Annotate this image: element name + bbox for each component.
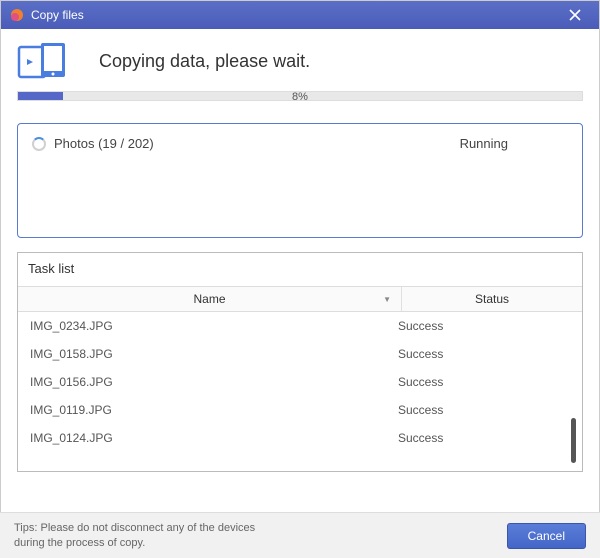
row-name: IMG_0156.JPG — [26, 375, 394, 389]
task-list-title: Task list — [18, 253, 582, 286]
column-status-label: Status — [475, 292, 509, 306]
row-status: Success — [394, 375, 574, 389]
header-row: Copying data, please wait. — [17, 41, 583, 81]
footer-bar: Tips: Please do not disconnect any of th… — [0, 512, 600, 558]
row-name: IMG_0119.JPG — [26, 403, 394, 417]
row-name: IMG_0124.JPG — [26, 431, 394, 445]
app-icon — [9, 7, 25, 23]
spinner-icon — [32, 137, 46, 151]
row-status: Success — [394, 347, 574, 361]
scrollbar-thumb[interactable] — [571, 418, 576, 463]
close-button[interactable] — [559, 1, 591, 29]
column-header-name[interactable]: Name ▼ — [18, 287, 402, 311]
current-task-box: Photos (19 / 202) Running — [17, 123, 583, 238]
table-row: IMG_0156.JPG Success — [18, 368, 582, 396]
table-row: IMG_0158.JPG Success — [18, 340, 582, 368]
current-task-state: Running — [460, 136, 508, 151]
column-header-status[interactable]: Status — [402, 287, 582, 311]
row-status: Success — [394, 319, 574, 333]
content-area: Copying data, please wait. 8% Photos (19… — [1, 29, 599, 472]
titlebar[interactable]: Copy files — [1, 1, 599, 29]
table-row: IMG_0124.JPG Success — [18, 424, 582, 452]
tips-text: Tips: Please do not disconnect any of th… — [14, 521, 507, 551]
window-title: Copy files — [31, 8, 559, 22]
row-status: Success — [394, 403, 574, 417]
cancel-button[interactable]: Cancel — [507, 523, 586, 549]
tips-line1: Tips: Please do not disconnect any of th… — [14, 522, 255, 534]
column-name-label: Name — [193, 292, 225, 306]
table-row: IMG_0119.JPG Success — [18, 396, 582, 424]
current-task-label: Photos (19 / 202) — [54, 136, 460, 151]
task-list-header: Name ▼ Status — [18, 286, 582, 312]
sort-indicator-icon: ▼ — [383, 295, 391, 304]
task-list-box: Task list Name ▼ Status IMG_0234.JPG Suc… — [17, 252, 583, 472]
row-name: IMG_0234.JPG — [26, 319, 394, 333]
task-list-body: IMG_0234.JPG Success IMG_0158.JPG Succes… — [18, 312, 582, 471]
device-transfer-icon — [17, 41, 69, 81]
heading-text: Copying data, please wait. — [99, 51, 310, 72]
progress-percent-label: 8% — [17, 91, 583, 103]
row-status: Success — [394, 431, 574, 445]
current-task-row: Photos (19 / 202) Running — [32, 136, 568, 151]
row-name: IMG_0158.JPG — [26, 347, 394, 361]
table-row: IMG_0234.JPG Success — [18, 312, 582, 340]
tips-line2: during the process of copy. — [14, 537, 145, 549]
